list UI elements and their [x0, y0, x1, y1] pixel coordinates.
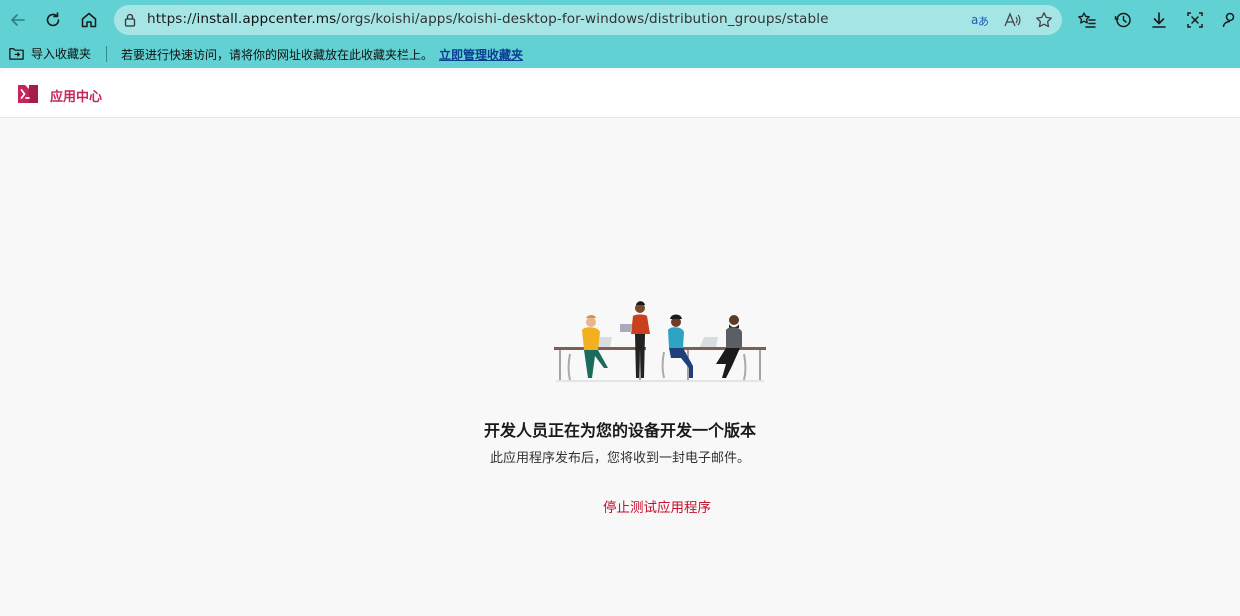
url-path: /orgs/koishi/apps/koishi-desktop-for-win… — [336, 11, 829, 27]
main-subline: 此应用程序发布后，您将收到一封电子邮件。 — [489, 451, 750, 466]
history-icon — [1114, 12, 1131, 28]
star-icon — [1036, 12, 1052, 28]
home-icon — [81, 12, 97, 28]
refresh-button[interactable] — [37, 4, 69, 36]
history-button[interactable] — [1107, 4, 1139, 36]
developers-illustration — [554, 301, 766, 382]
manage-favorites-link[interactable]: 立即管理收藏夹 — [439, 46, 523, 63]
favorites-separator — [106, 46, 107, 62]
favorite-star-button[interactable] — [1034, 10, 1054, 30]
import-favorites-button[interactable]: 导入收藏夹 — [8, 45, 91, 62]
page-content: 应用中心 开发人员正在为您的设备开发一个版本 此应用程序发布后，您将收到一封电子… — [0, 70, 1240, 616]
favorites-button[interactable] — [1071, 4, 1103, 36]
translate-icon: aあ — [971, 13, 989, 28]
url-host: install.appcenter.ms — [196, 11, 337, 27]
svg-text:あ: あ — [978, 15, 989, 28]
import-favorites-label: 导入收藏夹 — [31, 47, 92, 61]
import-favorites-icon — [9, 48, 24, 60]
profile-button[interactable] — [1215, 4, 1240, 36]
back-arrow-icon — [11, 14, 25, 26]
translate-button[interactable]: aあ — [970, 10, 990, 30]
downloads-button[interactable] — [1143, 4, 1175, 36]
favorites-bar: 导入收藏夹 若要进行快速访问，请将你的网址收藏放在此收藏夹栏上。 立即管理收藏夹 — [0, 40, 1240, 68]
app-header: 应用中心 — [0, 70, 1240, 118]
main-headline: 开发人员正在为您的设备开发一个版本 — [483, 421, 756, 440]
back-button[interactable] — [2, 4, 34, 36]
profile-icon — [1222, 12, 1235, 28]
url-scheme: https:// — [147, 11, 197, 27]
app-center-logo[interactable] — [16, 82, 40, 106]
favorites-list-icon — [1078, 12, 1096, 28]
home-button[interactable] — [73, 4, 105, 36]
url-text[interactable]: https://install.appcenter.ms/orgs/koishi… — [147, 11, 829, 27]
download-icon — [1152, 12, 1166, 28]
screenshot-icon — [1187, 12, 1203, 28]
stop-testing-link[interactable]: 停止测试应用程序 — [603, 496, 711, 516]
browser-toolbar: https://install.appcenter.ms/orgs/koishi… — [0, 0, 1240, 40]
favorites-hint-text: 若要进行快速访问，请将你的网址收藏放在此收藏夹栏上。 — [121, 48, 434, 62]
address-bar[interactable]: https://install.appcenter.ms/orgs/koishi… — [114, 5, 1062, 35]
lock-icon[interactable] — [122, 12, 138, 28]
read-aloud-icon — [1004, 12, 1021, 27]
screenshot-button[interactable] — [1179, 4, 1211, 36]
refresh-icon — [46, 12, 60, 27]
app-center-brand[interactable]: 应用中心 — [50, 86, 102, 105]
read-aloud-button[interactable] — [1002, 10, 1022, 30]
